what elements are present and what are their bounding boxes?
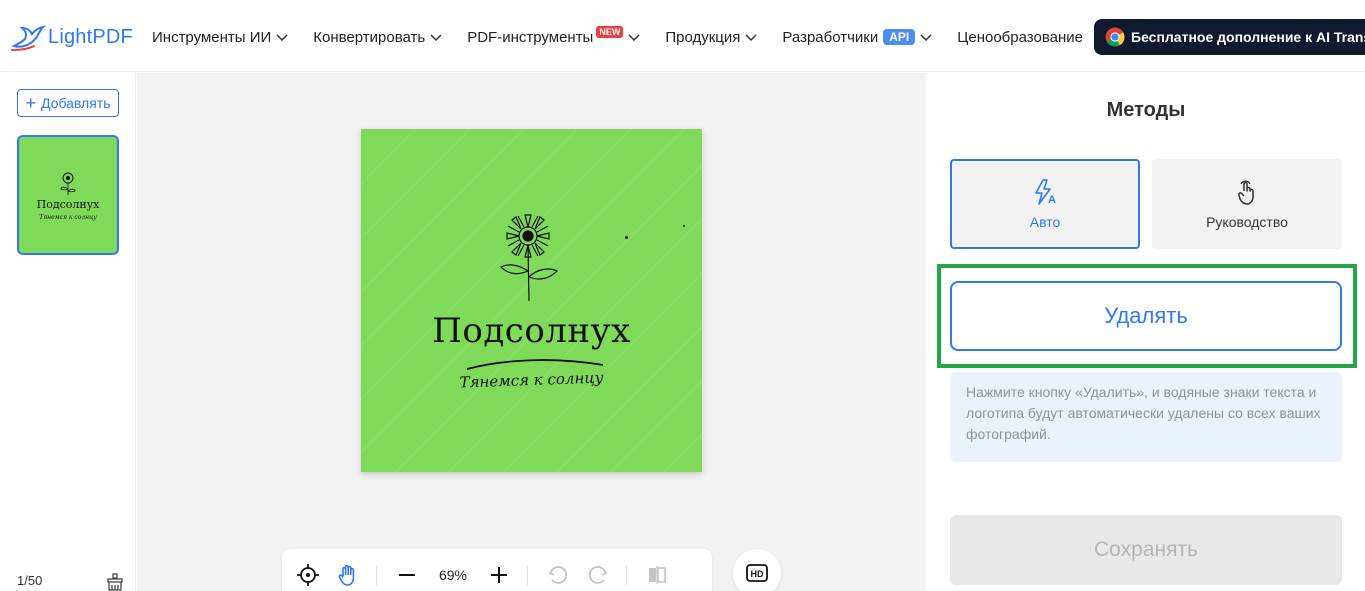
lightpdf-logo[interactable]: LightPDF — [10, 20, 133, 54]
chrome-extension-button[interactable]: Бесплатное дополнение к AI Trans — [1094, 19, 1365, 55]
toolbar-divider — [376, 565, 377, 585]
method-manual-label: Руководство — [1206, 214, 1288, 230]
add-button-label: Добавлять — [41, 95, 111, 111]
hand-pointer-icon — [1238, 180, 1254, 205]
hd-icon: HD — [746, 564, 768, 582]
nav-developers[interactable]: Разработчики API — [782, 29, 933, 46]
thumb-subtitle: Тянемся к солнцу — [39, 213, 97, 221]
add-button[interactable]: + Добавлять — [17, 89, 119, 117]
noise-dot — [625, 236, 628, 239]
chevron-down-icon — [628, 34, 640, 42]
compare-icon[interactable] — [645, 563, 669, 587]
image-title: Подсолнух — [432, 311, 631, 351]
page-count: 1/50 — [17, 573, 43, 588]
svg-text:A: A — [1048, 194, 1056, 206]
hd-button[interactable]: HD — [733, 549, 781, 591]
bird-logo-icon — [11, 25, 46, 51]
zoom-out-icon[interactable] — [395, 563, 419, 587]
method-auto-label: Авто — [1029, 214, 1061, 230]
save-button[interactable]: Сохранять — [950, 515, 1342, 585]
chevron-down-icon — [745, 34, 757, 42]
fit-center-icon[interactable] — [296, 563, 320, 587]
hint-text: Нажмите кнопку «Удалить», и водяные знак… — [966, 384, 1321, 442]
remove-button-label: Удалять — [1104, 303, 1188, 328]
chevron-down-icon — [276, 34, 288, 42]
toolbar-divider — [626, 565, 627, 585]
logo-text: LightPDF — [48, 25, 133, 48]
nav-convert[interactable]: Конвертировать — [313, 29, 443, 46]
nav-pricing-label: Ценообразование — [957, 28, 1083, 46]
main-nav: Инструменты ИИ Конвертировать PDF-инстру… — [152, 24, 1107, 50]
plus-icon: + — [25, 93, 37, 113]
undo-icon[interactable] — [546, 563, 570, 587]
nav-convert-label: Конвертировать — [313, 28, 426, 46]
nav-products-label: Продукция — [665, 28, 741, 46]
clear-all-icon[interactable] — [107, 573, 123, 591]
preview-image[interactable]: Подсолнух Тянемся к солнцу — [361, 129, 702, 472]
auto-flash-icon: A — [1035, 179, 1056, 206]
nav-pricing[interactable]: Ценообразование — [957, 29, 1083, 46]
view-toolbar: 69% — [282, 549, 712, 591]
toolbar-divider — [527, 565, 528, 585]
methods-title: Методы — [1106, 99, 1186, 121]
save-button-label: Сохранять — [1094, 538, 1198, 561]
sunflower-thumb-icon — [60, 172, 76, 195]
svg-text:HD: HD — [751, 569, 764, 579]
chevron-down-icon — [430, 34, 442, 42]
image-thumbnail[interactable]: Подсолнух Тянемся к солнцу — [17, 135, 119, 255]
redo-icon[interactable] — [586, 563, 610, 587]
zoom-level: 69% — [438, 567, 468, 583]
methods-panel: Методы A Авто Руководство Удалять Нажмит… — [927, 73, 1365, 591]
thumb-title: Подсолнух — [36, 197, 100, 211]
nav-pdf-tools[interactable]: PDF-инструменты NEW — [467, 26, 641, 46]
api-badge: API — [883, 29, 916, 45]
nav-developers-label: Разработчики — [782, 28, 879, 46]
sunflower-icon — [499, 214, 559, 302]
nav-ai-tools-label: Инструменты ИИ — [152, 28, 272, 46]
thumbnail-panel: + Добавлять Подсолнух Тянемся к солнцу 1… — [0, 73, 136, 591]
nav-products[interactable]: Продукция — [665, 29, 758, 46]
nav-pdf-tools-label: PDF-инструменты — [467, 28, 594, 46]
new-badge: NEW — [596, 26, 624, 38]
noise-dot — [683, 225, 685, 227]
chrome-icon — [1105, 27, 1125, 47]
method-manual[interactable]: Руководство — [1152, 159, 1342, 249]
extension-label: Бесплатное дополнение к AI Trans — [1131, 29, 1365, 45]
method-auto[interactable]: A Авто — [950, 159, 1140, 249]
nav-ai-tools[interactable]: Инструменты ИИ — [152, 29, 289, 46]
editor-canvas[interactable]: Подсолнух Тянемся к солнцу 69% HD — [137, 73, 926, 591]
hint-box: Нажмите кнопку «Удалить», и водяные знак… — [950, 372, 1342, 462]
hand-pan-icon[interactable] — [336, 563, 360, 587]
zoom-in-icon[interactable] — [487, 563, 511, 587]
chevron-down-icon — [920, 34, 932, 42]
top-header: LightPDF Инструменты ИИ Конвертировать P… — [0, 0, 1365, 72]
remove-button[interactable]: Удалять — [950, 281, 1342, 351]
